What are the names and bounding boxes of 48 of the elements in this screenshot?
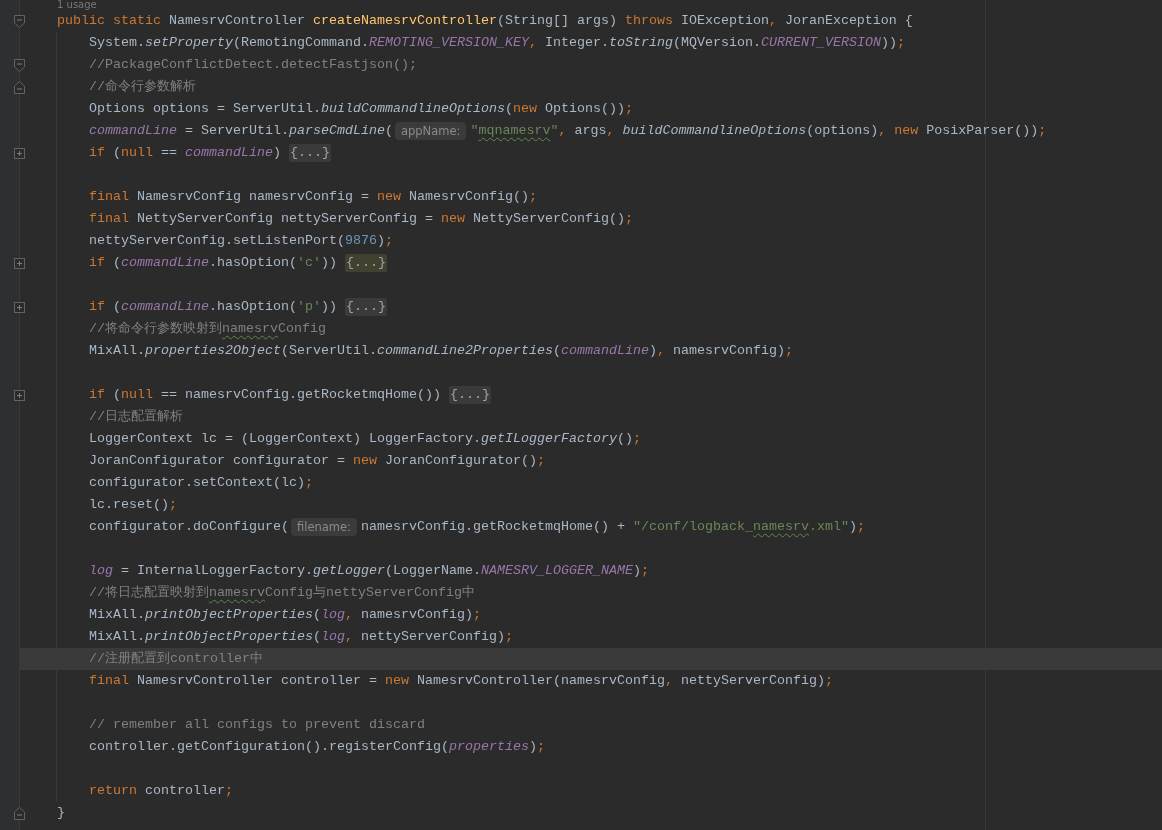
folded-code[interactable]: {...}	[344, 298, 387, 316]
code-text: //将日志配置映射到namesrvConfig与nettyServerConfig中	[89, 584, 475, 602]
folded-code[interactable]: {...}	[448, 386, 491, 404]
expand-icon[interactable]	[14, 389, 25, 401]
expand-icon[interactable]	[14, 257, 25, 269]
code-text: public static NamesrvController createNamesrvController(String[] args) throws IOException, JoranException {	[57, 12, 913, 30]
folded-code[interactable]: {...}	[289, 144, 331, 162]
code-text: //注册配置到controller中	[89, 650, 263, 668]
code-text: log = InternalLoggerFactory.getLogger(LoggerName.NAMESRV_LOGGER_NAME);	[89, 562, 649, 580]
code-text: MixAll.printObjectProperties(log, namesrvConfig);	[89, 606, 481, 624]
code-text: }	[57, 804, 65, 822]
code-text: lc.reset();	[89, 496, 177, 514]
parameter-hint: filename:	[290, 518, 357, 536]
code-text: MixAll.properties2Object(ServerUtil.commandLine2Properties(commandLine), namesrvConfig);	[89, 342, 793, 360]
code-text: namesrvConfig.getRocketmqHome() + "/conf/logback_namesrv.xml");	[361, 518, 865, 536]
code-text: //日志配置解析	[89, 408, 183, 426]
collapse-icon[interactable]	[14, 80, 25, 94]
code-text: nettyServerConfig.setListenPort(9876);	[89, 232, 393, 250]
code-text: commandLine = ServerUtil.parseCmdLine(	[89, 122, 393, 140]
code-text: if (null == commandLine)	[89, 144, 282, 162]
code-text: final NamesrvConfig namesrvConfig = new NamesrvConfig();	[89, 188, 537, 206]
code-text: "mqnamesrv", args, buildCommandlineOptions(options), new PosixParser());	[470, 122, 1047, 140]
collapse-icon[interactable]	[14, 14, 25, 28]
code-text: if (commandLine.hasOption('c'))	[89, 254, 338, 272]
code-text: //命令行参数解析	[89, 78, 196, 96]
code-text: MixAll.printObjectProperties(log, nettyServerConfig);	[89, 628, 513, 646]
code-text: return controller;	[89, 782, 233, 800]
code-text: if (null == namesrvConfig.getRocketmqHome())	[89, 386, 442, 404]
parameter-hint: appName:	[394, 122, 467, 140]
code-text: if (commandLine.hasOption('p'))	[89, 298, 338, 316]
code-text: //PackageConflictDetect.detectFastjson();	[89, 56, 417, 74]
code-text: Options options = ServerUtil.buildCommandlineOptions(new Options());	[89, 100, 633, 118]
expand-icon[interactable]	[14, 301, 25, 313]
usage-hint[interactable]: 1 usage	[57, 0, 97, 10]
code-text: //将命令行参数映射到namesrvConfig	[89, 320, 326, 338]
code-text: final NettyServerConfig nettyServerConfig = new NettyServerConfig();	[89, 210, 633, 228]
collapse-icon[interactable]	[14, 58, 25, 72]
code-text: LoggerContext lc = (LoggerContext) LoggerFactory.getILoggerFactory();	[89, 430, 641, 448]
code-text: // remember all configs to prevent discard	[89, 716, 425, 734]
code-text: configurator.setContext(lc);	[89, 474, 313, 492]
code-text: System.setProperty(RemotingCommand.REMOTING_VERSION_KEY, Integer.toString(MQVersion.CURRENT_VERSION));	[89, 34, 905, 52]
expand-icon[interactable]	[14, 147, 25, 159]
code-text: configurator.doConfigure(	[89, 518, 289, 536]
code-text: controller.getConfiguration().registerConfig(properties);	[89, 738, 545, 756]
code-text: JoranConfigurator configurator = new JoranConfigurator();	[89, 452, 545, 470]
code-text: final NamesrvController controller = new NamesrvController(namesrvConfig, nettyServerConfig);	[89, 672, 833, 690]
folded-code[interactable]: {...}	[344, 254, 387, 272]
collapse-icon[interactable]	[14, 806, 25, 820]
